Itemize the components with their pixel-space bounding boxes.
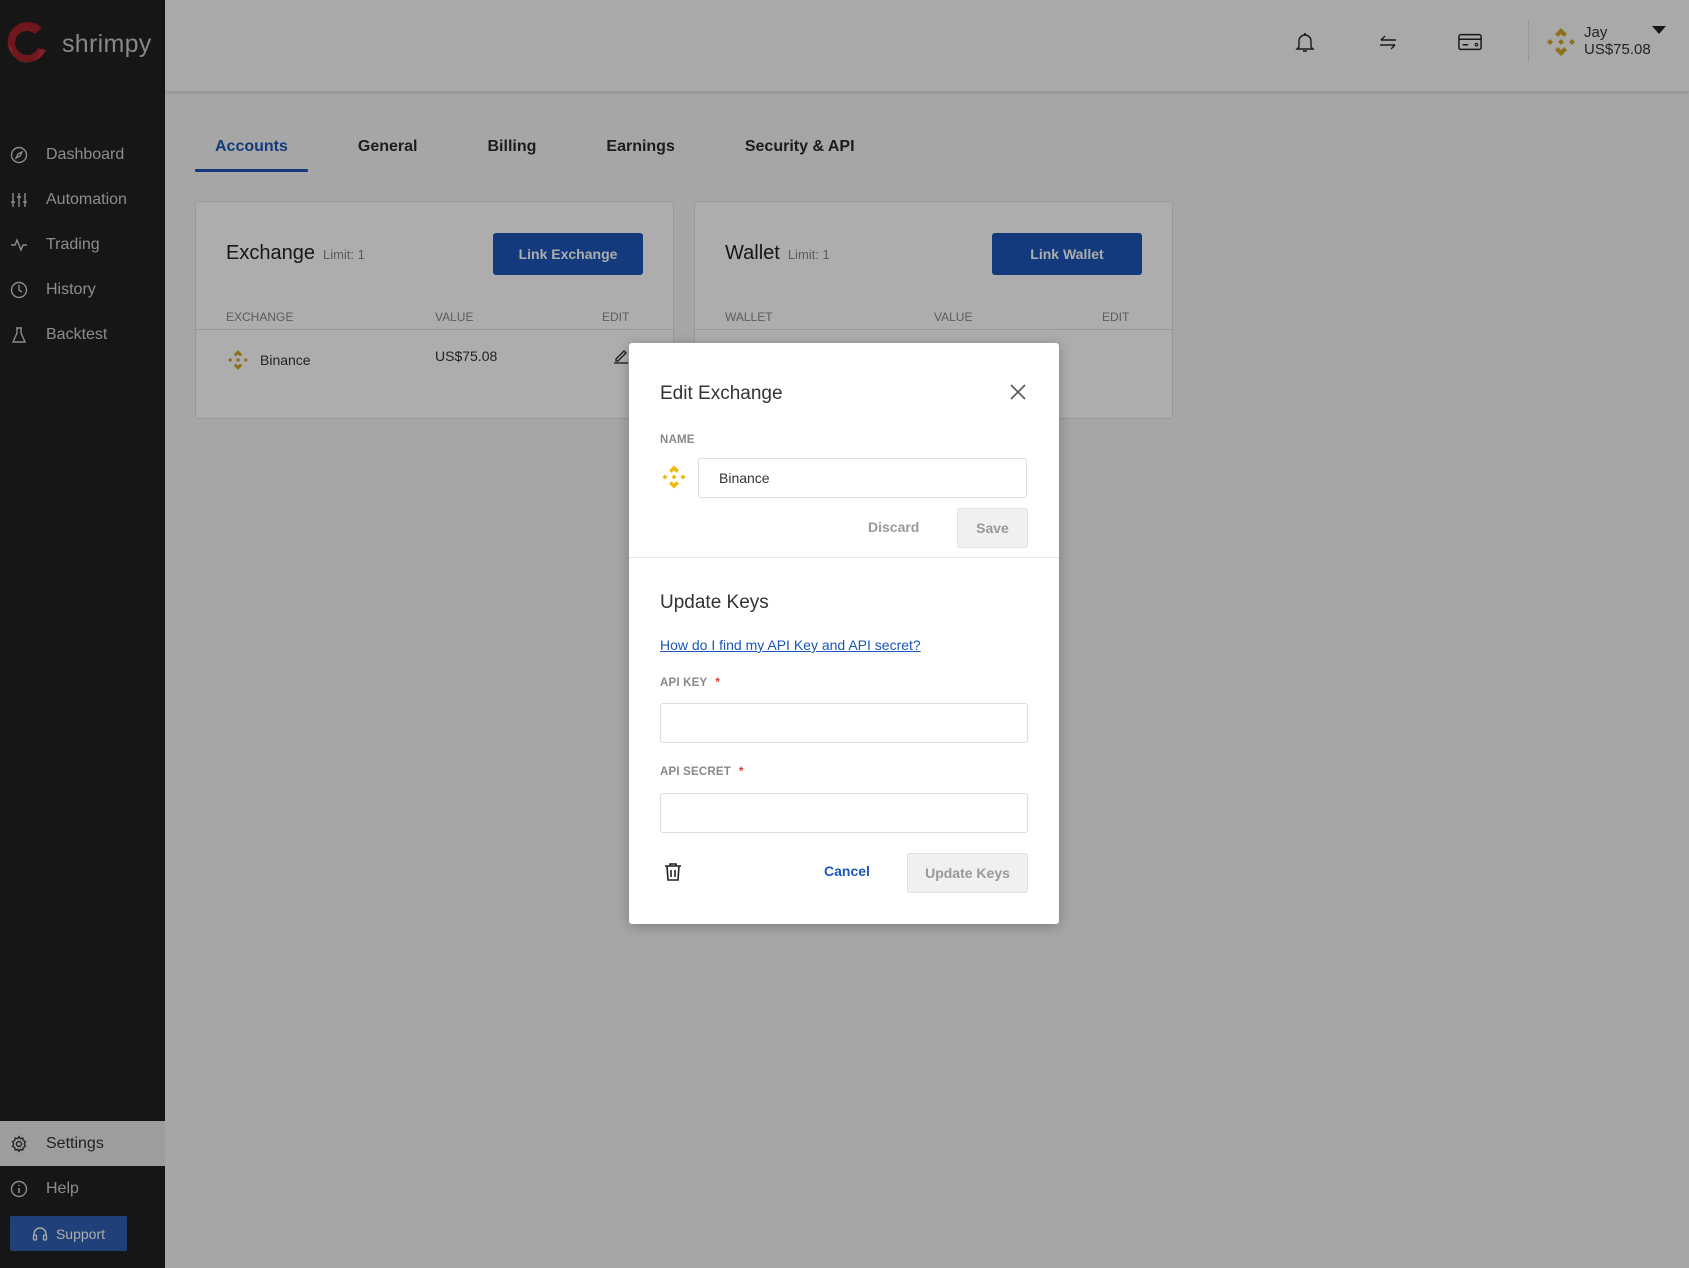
label-text: API KEY [660,677,708,689]
required-marker: * [715,677,721,689]
api-secret-label: API SECRET * [660,766,744,778]
name-label: NAME [660,434,695,446]
api-help-link[interactable]: How do I find my API Key and API secret? [660,637,921,653]
update-keys-title: Update Keys [660,592,769,613]
binance-icon [662,465,686,489]
api-key-label: API KEY * [660,677,720,689]
cancel-button[interactable]: Cancel [824,863,870,879]
close-icon[interactable] [1009,383,1027,401]
edit-exchange-modal: Edit Exchange NAME Binance Discard Save … [629,343,1059,924]
required-marker: * [739,766,744,778]
update-keys-button[interactable]: Update Keys [907,853,1028,893]
discard-button[interactable]: Discard [868,519,919,535]
modal-divider [629,557,1059,558]
api-secret-input[interactable] [660,793,1028,833]
exchange-name-input[interactable]: Binance [698,458,1027,498]
trash-icon[interactable] [664,862,682,882]
label-text: API SECRET [660,766,732,778]
api-key-input[interactable] [660,703,1028,743]
save-button[interactable]: Save [957,508,1028,548]
modal-title: Edit Exchange [660,383,783,404]
